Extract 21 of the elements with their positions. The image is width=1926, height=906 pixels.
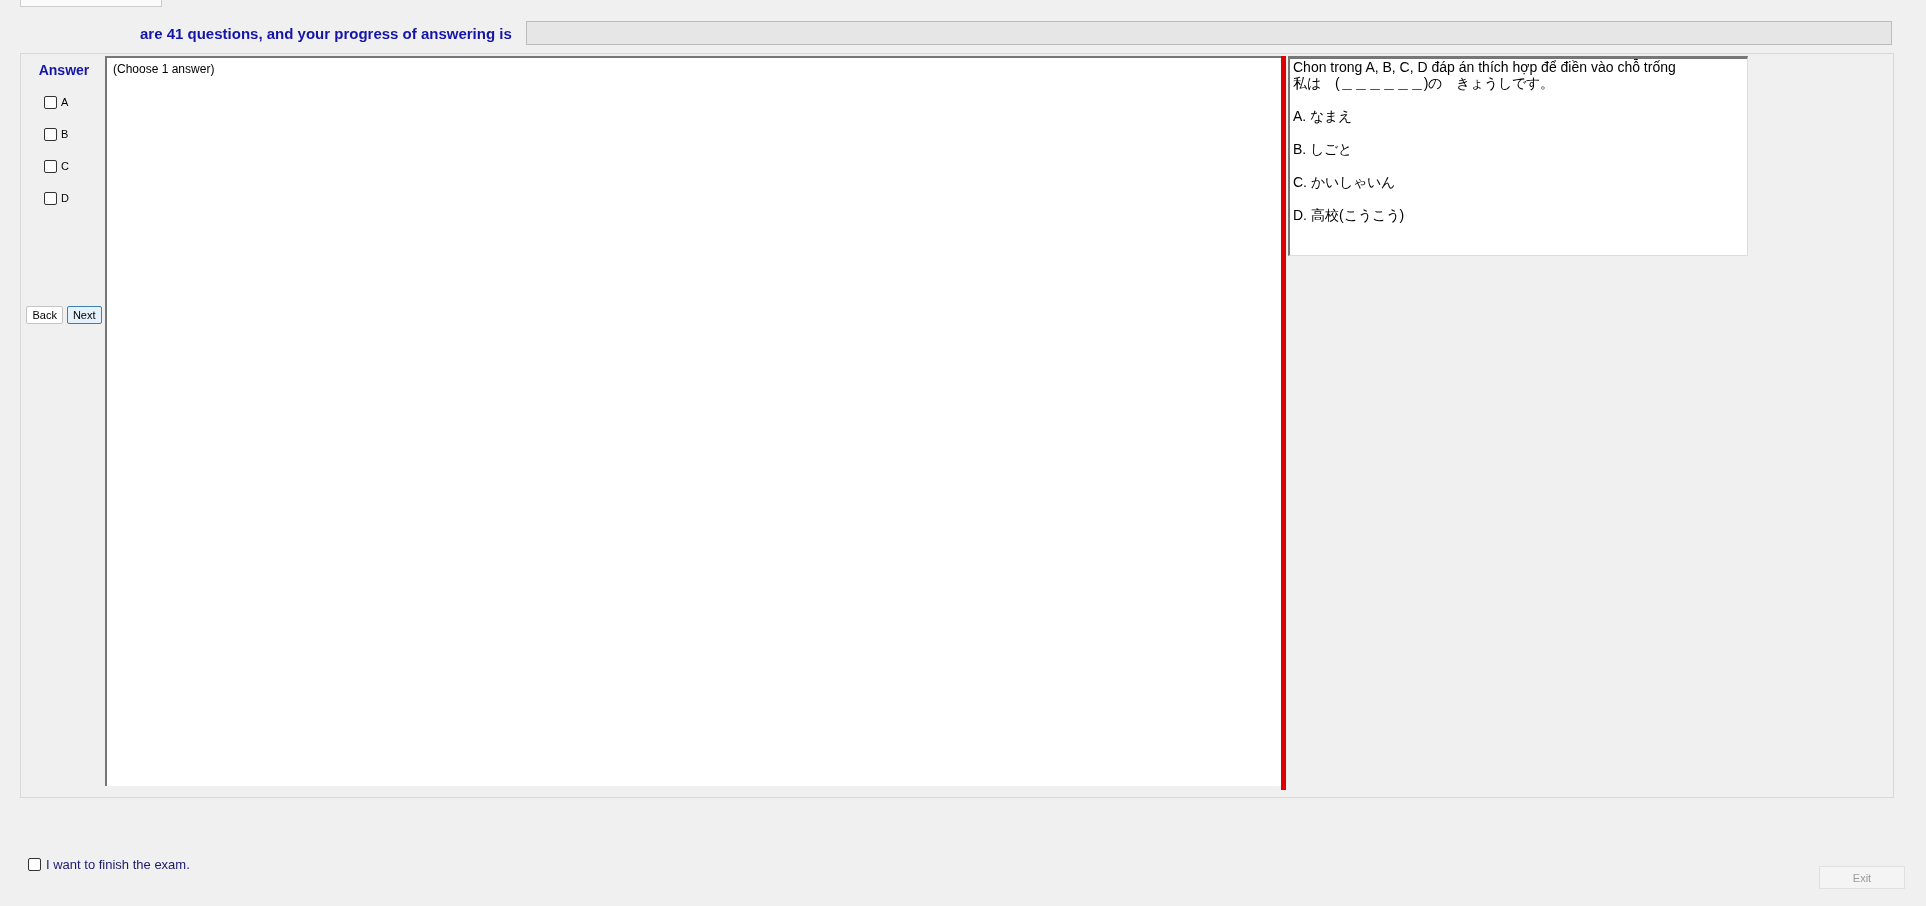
question-text: Chon trong A, B, C, D đáp án thích hợp để điền vào chỗ trống [1293, 59, 1677, 75]
choice-text: B. しごと [1293, 141, 1354, 157]
question-text: 私は (＿＿＿＿＿＿)の きょうしです。 [1293, 75, 1556, 91]
checkbox[interactable] [44, 95, 57, 109]
option-label: D [61, 192, 69, 204]
nav-button[interactable]: Back [26, 306, 63, 324]
checkbox[interactable] [44, 159, 57, 173]
checkbox[interactable] [44, 191, 57, 205]
answer-title: Answer [38, 62, 90, 78]
option-label: A [61, 96, 69, 108]
nav-button[interactable]: Next [66, 306, 102, 324]
choice-text: D. 高校(こうこう) [1293, 207, 1406, 223]
option-label: B [61, 128, 69, 140]
finish-label: I want to finish the exam. [46, 857, 190, 872]
choice-text: A. なまえ [1293, 108, 1354, 124]
instruction-text: (Choose 1 answer) [113, 62, 215, 76]
checkbox[interactable] [28, 858, 41, 871]
progress-text: are 41 questions, and your progress of answering is [140, 24, 512, 42]
checkbox[interactable] [44, 127, 57, 141]
option-label: C [61, 160, 69, 172]
choice-text: C. かいしゃいん [1293, 174, 1396, 190]
